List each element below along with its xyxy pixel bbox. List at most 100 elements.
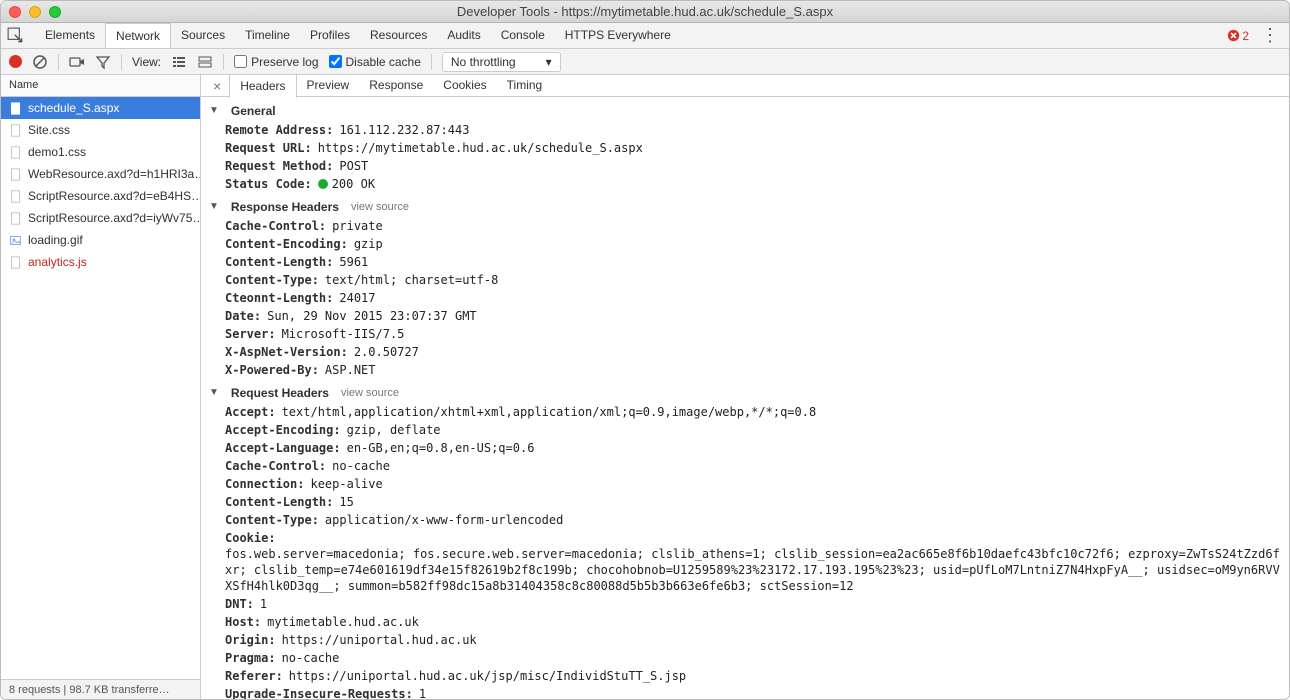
camera-icon[interactable] xyxy=(69,54,85,70)
header-key: Status Code: xyxy=(225,176,312,192)
header-row: Upgrade-Insecure-Requests:1 xyxy=(209,685,1281,699)
tab-elements[interactable]: Elements xyxy=(35,23,105,48)
header-row: Connection:keep-alive xyxy=(209,475,1281,493)
detail-tab-cookies[interactable]: Cookies xyxy=(433,75,496,98)
caret-icon[interactable]: ▼ xyxy=(209,103,219,119)
header-key: Host: xyxy=(225,614,261,630)
panel-tabs: ElementsNetworkSourcesTimelineProfilesRe… xyxy=(35,23,681,48)
name-column-header[interactable]: Name xyxy=(1,75,200,97)
tab-sources[interactable]: Sources xyxy=(171,23,235,48)
header-value: https://mytimetable.hud.ac.uk/schedule_S… xyxy=(318,140,643,156)
header-value: gzip, deflate xyxy=(347,422,441,438)
request-row[interactable]: analytics.js xyxy=(1,251,200,273)
view-large-icon[interactable] xyxy=(197,54,213,70)
header-row: Date:Sun, 29 Nov 2015 23:07:37 GMT xyxy=(209,307,1281,325)
detail-tab-preview[interactable]: Preview xyxy=(297,75,360,98)
request-row[interactable]: WebResource.axd?d=h1HRI3a… xyxy=(1,163,200,185)
header-row: Accept-Encoding: gzip, deflate xyxy=(209,421,1281,439)
headers-body: ▼GeneralRemote Address:161.112.232.87:44… xyxy=(201,97,1289,699)
tab-resources[interactable]: Resources xyxy=(360,23,437,48)
header-value: https://uniportal.hud.ac.uk/jsp/misc/Ind… xyxy=(289,668,686,684)
header-key: Date: xyxy=(225,308,261,324)
header-value: 24017 xyxy=(339,290,375,306)
tab-console[interactable]: Console xyxy=(491,23,555,48)
header-value: no-cache xyxy=(282,650,340,666)
statusbar: 8 requests | 98.7 KB transferre… xyxy=(1,679,200,699)
view-list-icon[interactable] xyxy=(171,54,187,70)
request-row[interactable]: ScriptResource.axd?d=eB4HS… xyxy=(1,185,200,207)
section-response-headers: ▼Response Headersview sourceCache-Contro… xyxy=(201,195,1289,381)
tab-https-everywhere[interactable]: HTTPS Everywhere xyxy=(555,23,681,48)
record-icon[interactable] xyxy=(9,55,22,68)
tab-profiles[interactable]: Profiles xyxy=(300,23,360,48)
filter-icon[interactable] xyxy=(95,54,111,70)
header-value: ASP.NET xyxy=(325,362,376,378)
header-key: Content-Length: xyxy=(225,254,333,270)
header-key: Content-Type: xyxy=(225,512,319,528)
header-key: Server: xyxy=(225,326,276,342)
devtools-window: Developer Tools - https://mytimetable.hu… xyxy=(0,0,1290,700)
section-title: General xyxy=(231,103,276,119)
header-row: X-AspNet-Version:2.0.50727 xyxy=(209,343,1281,361)
inspect-icon[interactable] xyxy=(7,27,25,45)
header-value: 1 xyxy=(260,596,267,612)
detail-tab-timing[interactable]: Timing xyxy=(497,75,553,98)
header-row: Server: Microsoft-IIS/7.5 xyxy=(209,325,1281,343)
header-value: fos.web.server=macedonia; fos.secure.web… xyxy=(225,546,1281,594)
request-row[interactable]: Site.css xyxy=(1,119,200,141)
tab-network[interactable]: Network xyxy=(105,23,171,48)
request-list: schedule_S.aspxSite.cssdemo1.cssWebResou… xyxy=(1,97,200,679)
header-row: Status Code: 200 OK xyxy=(209,175,1281,193)
view-source-link[interactable]: view source xyxy=(351,199,409,215)
request-row[interactable]: schedule_S.aspx xyxy=(1,97,200,119)
header-value: text/html; charset=utf-8 xyxy=(325,272,498,288)
detail-tab-headers[interactable]: Headers xyxy=(229,75,296,99)
tab-timeline[interactable]: Timeline xyxy=(235,23,300,48)
request-row[interactable]: loading.gif xyxy=(1,229,200,251)
section-title: Request Headers xyxy=(231,385,329,401)
preserve-log-toggle[interactable]: Preserve log xyxy=(234,55,318,69)
tab-audits[interactable]: Audits xyxy=(437,23,490,48)
error-count[interactable]: 2 xyxy=(1227,29,1249,43)
network-filterbar: View: Preserve log Disable cache No thro… xyxy=(1,49,1289,75)
header-row: DNT:1 xyxy=(209,595,1281,613)
header-row: Cache-Control:private xyxy=(209,217,1281,235)
header-row: Request URL:https://mytimetable.hud.ac.u… xyxy=(209,139,1281,157)
clear-icon[interactable] xyxy=(32,54,48,70)
disable-cache-toggle[interactable]: Disable cache xyxy=(329,55,421,69)
panel-toolbar: ElementsNetworkSourcesTimelineProfilesRe… xyxy=(1,23,1289,49)
header-key: Accept-Encoding: xyxy=(225,422,341,438)
header-value: application/x-www-form-urlencoded xyxy=(325,512,563,528)
header-row: Host:mytimetable.hud.ac.uk xyxy=(209,613,1281,631)
request-row[interactable]: ScriptResource.axd?d=iyWv75… xyxy=(1,207,200,229)
detail-tab-response[interactable]: Response xyxy=(359,75,433,98)
header-value: 15 xyxy=(339,494,353,510)
header-value: POST xyxy=(339,158,368,174)
header-row: Cache-Control:no-cache xyxy=(209,457,1281,475)
caret-icon[interactable]: ▼ xyxy=(209,385,219,401)
header-value: 2.0.50727 xyxy=(354,344,419,360)
header-value: Microsoft-IIS/7.5 xyxy=(282,326,405,342)
header-row: Content-Length:5961 xyxy=(209,253,1281,271)
throttling-select[interactable]: No throttling ▾ xyxy=(442,52,561,72)
header-key: Request Method: xyxy=(225,158,333,174)
header-key: Content-Type: xyxy=(225,272,319,288)
header-key: Accept: xyxy=(225,404,276,420)
chevron-down-icon: ▾ xyxy=(546,55,552,69)
main-area: Name schedule_S.aspxSite.cssdemo1.cssWeb… xyxy=(1,75,1289,699)
section-request-headers: ▼ Request Headers view source Accept: text/h… xyxy=(201,381,1289,699)
kebab-menu-icon[interactable]: ⋮ xyxy=(1261,25,1279,46)
header-row: Content-Type: application/x-www-form-urle… xyxy=(209,511,1281,529)
request-row[interactable]: demo1.css xyxy=(1,141,200,163)
close-details-icon[interactable]: × xyxy=(205,78,229,94)
header-value: text/html,application/xhtml+xml,applicat… xyxy=(282,404,817,420)
header-value: 200 OK xyxy=(318,176,375,192)
caret-icon[interactable]: ▼ xyxy=(209,199,219,215)
header-key: Cookie: xyxy=(225,530,276,546)
header-value: gzip xyxy=(354,236,383,252)
header-value: keep-alive xyxy=(310,476,382,492)
request-name: ScriptResource.axd?d=eB4HS… xyxy=(28,189,200,203)
header-row: Referer:https://uniportal.hud.ac.uk/jsp/… xyxy=(209,667,1281,685)
header-value: 1 xyxy=(419,686,426,699)
view-source-link[interactable]: view source xyxy=(341,385,399,401)
